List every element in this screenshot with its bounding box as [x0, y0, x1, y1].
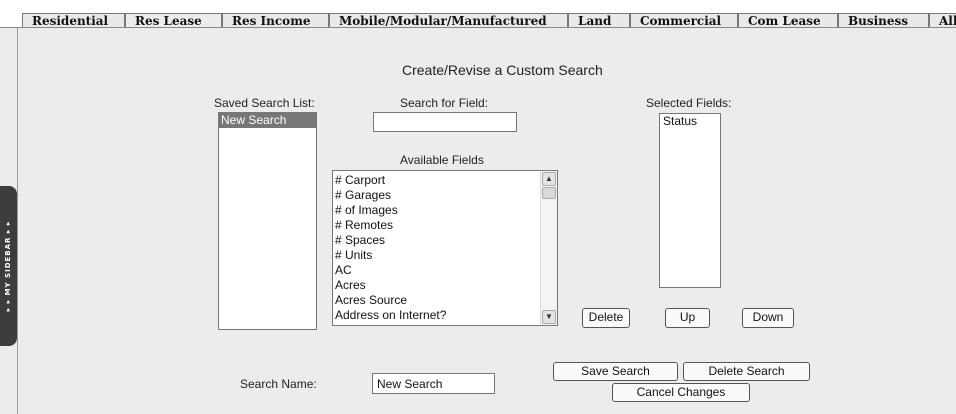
available-field-item[interactable]: Acres: [333, 278, 446, 293]
available-field-item[interactable]: AC: [333, 263, 446, 278]
search-name-input[interactable]: [372, 373, 495, 394]
selected-fields-label: Selected Fields:: [646, 96, 732, 110]
saved-search-label: Saved Search List:: [214, 96, 315, 110]
selected-fields-listbox[interactable]: Status: [659, 113, 721, 288]
tab-all[interactable]: All: [929, 13, 956, 27]
search-name-label: Search Name:: [240, 377, 317, 391]
tab-commercial[interactable]: Commercial: [630, 13, 738, 27]
tab-res-lease[interactable]: Res Lease: [125, 13, 222, 27]
tab-business[interactable]: Business: [838, 13, 929, 27]
available-field-item[interactable]: # of Images: [333, 203, 446, 218]
available-fields-scrollbar[interactable]: ▲ ▼: [540, 171, 557, 325]
available-field-item[interactable]: # Remotes: [333, 218, 446, 233]
tab-land[interactable]: Land: [568, 13, 630, 27]
scroll-down-icon[interactable]: ▼: [542, 310, 556, 324]
move-down-button[interactable]: Down: [742, 308, 794, 328]
scroll-thumb[interactable]: [542, 187, 556, 199]
saved-search-listbox[interactable]: New Search: [218, 112, 317, 330]
delete-search-button[interactable]: Delete Search: [683, 362, 810, 381]
available-fields-listbox[interactable]: # Carport # Garages # of Images # Remote…: [332, 170, 558, 326]
search-field-input[interactable]: [373, 112, 517, 132]
tab-mobile-modular-manufactured[interactable]: Mobile/Modular/Manufactured: [329, 13, 568, 27]
selected-field-item[interactable]: Status: [660, 114, 720, 129]
available-field-item[interactable]: # Units: [333, 248, 446, 263]
available-field-item[interactable]: # Carport: [333, 173, 446, 188]
my-sidebar-toggle[interactable]: ▸ ▸ MY SIDEBAR ▸ ▸: [0, 186, 17, 346]
available-field-item[interactable]: # Spaces: [333, 233, 446, 248]
tab-res-income[interactable]: Res Income: [222, 13, 329, 27]
cancel-changes-button[interactable]: Cancel Changes: [612, 383, 750, 402]
saved-search-item[interactable]: New Search: [219, 113, 316, 128]
scroll-up-icon[interactable]: ▲: [542, 172, 556, 186]
tab-strip: Residential Res Lease Res Income Mobile/…: [0, 0, 956, 27]
move-up-button[interactable]: Up: [665, 308, 710, 328]
sidebar-label: ▸ ▸ MY SIDEBAR ▸ ▸: [4, 220, 12, 312]
available-field-item[interactable]: # Garages: [333, 188, 446, 203]
tab-residential[interactable]: Residential: [22, 13, 125, 27]
available-field-item[interactable]: Acres Source: [333, 293, 446, 308]
search-field-label: Search for Field:: [400, 96, 489, 110]
tab-com-lease[interactable]: Com Lease: [738, 13, 838, 27]
page-title: Create/Revise a Custom Search: [402, 62, 603, 78]
available-fields-label: Available Fields: [400, 153, 484, 167]
save-search-button[interactable]: Save Search: [553, 362, 678, 381]
available-field-item[interactable]: Address on Internet?: [333, 308, 446, 323]
delete-field-button[interactable]: Delete: [582, 308, 630, 328]
